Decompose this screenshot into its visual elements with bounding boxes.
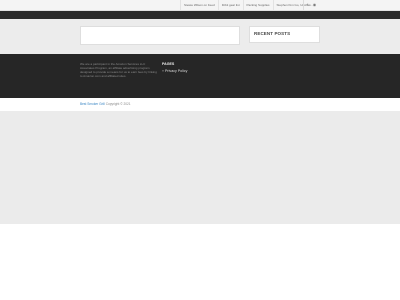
content-box xyxy=(80,26,240,45)
sidebar-widget-title: RECENT POSTS xyxy=(254,31,291,36)
site-link[interactable]: Best Smoker Grill xyxy=(80,102,105,106)
social-links: f ◉ xyxy=(303,0,318,10)
top-nav-link-1[interactable]: Stewie Wilson on Feed xyxy=(180,0,218,10)
pages-item-label[interactable]: Privacy Policy xyxy=(165,69,187,73)
copyright-text: Copyright © 2021 xyxy=(105,102,131,106)
pages-list: »Privacy Policy xyxy=(162,69,187,73)
affiliate-disclosure: We are a participant in the Amazon Servi… xyxy=(80,62,157,78)
top-nav-link-3[interactable]: Packing Supplies xyxy=(242,0,273,10)
credit-bar xyxy=(0,98,400,111)
sidebar-widget-recent-posts: RECENT POSTS xyxy=(249,26,320,43)
top-nav-link-2[interactable]: Fitbit gear list xyxy=(217,0,243,10)
top-bar: Stewie Wilson on Feed Fitbit gear list P… xyxy=(0,0,400,11)
facebook-icon[interactable]: f xyxy=(304,0,311,10)
bullet-icon: » xyxy=(162,69,164,73)
footer-widgets xyxy=(0,54,400,98)
header-bar xyxy=(0,11,400,19)
rss-icon[interactable]: ◉ xyxy=(311,0,318,10)
pages-item[interactable]: »Privacy Policy xyxy=(162,69,187,73)
footer-credit: Best Smoker Grill Copyright © 2021 xyxy=(80,102,131,106)
pages-widget-title: PAGES xyxy=(162,62,175,66)
page-background xyxy=(0,111,400,224)
top-navigation: Stewie Wilson on Feed Fitbit gear list P… xyxy=(180,0,316,10)
